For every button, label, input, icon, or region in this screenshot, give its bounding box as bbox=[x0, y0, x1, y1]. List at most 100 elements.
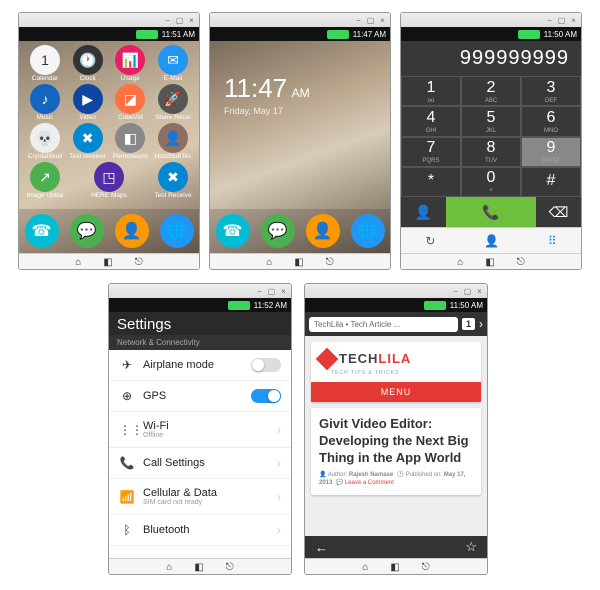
setting-airplane-mode[interactable]: ✈Airplane mode bbox=[109, 350, 291, 381]
toggle[interactable] bbox=[251, 389, 281, 403]
back-icon[interactable]: ◧ bbox=[194, 562, 203, 573]
app-clock[interactable]: 🕐Clock bbox=[68, 45, 108, 82]
system-navbar: ⌂ ◧ ⎋ bbox=[401, 253, 581, 270]
home-icon[interactable]: ⌂ bbox=[457, 257, 463, 268]
recents-tab[interactable]: ↻ bbox=[425, 234, 435, 248]
dock-item[interactable]: ☎ bbox=[25, 214, 59, 248]
minimize-icon[interactable]: − bbox=[255, 287, 264, 296]
setting-sublabel: SIM card not ready bbox=[143, 499, 269, 506]
chevron-icon: › bbox=[277, 423, 281, 437]
app-test-receiver[interactable]: ✖Test receiver bbox=[68, 123, 108, 160]
setting-cellular-data[interactable]: 📶Cellular & DataSIM card not ready› bbox=[109, 479, 291, 515]
app-test-receive[interactable]: ✖Test Receive bbox=[153, 162, 193, 199]
home-icon[interactable]: ⌂ bbox=[362, 562, 368, 573]
dock-item[interactable]: 🌐 bbox=[351, 214, 385, 248]
app-calendar[interactable]: 1Calendar bbox=[25, 45, 65, 82]
tab-count[interactable]: 1 bbox=[462, 318, 475, 330]
maximize-icon[interactable]: ▢ bbox=[267, 287, 276, 296]
close-icon[interactable]: × bbox=[378, 16, 387, 25]
maximize-icon[interactable]: ▢ bbox=[175, 16, 184, 25]
back-button[interactable]: ← bbox=[315, 540, 328, 555]
app-label: Video bbox=[79, 114, 96, 121]
keypad-tab[interactable]: ⠿ bbox=[548, 234, 557, 248]
app-share-recei[interactable]: 🚀Share Recei bbox=[153, 84, 193, 121]
app-here-maps[interactable]: ◳HERE Maps bbox=[89, 162, 129, 199]
key-3[interactable]: 3DEF bbox=[521, 76, 581, 106]
setting-call-settings[interactable]: 📞Call Settings› bbox=[109, 448, 291, 479]
minimize-icon[interactable]: − bbox=[163, 16, 172, 25]
comment-icon: 💬 bbox=[336, 480, 343, 486]
location-icon[interactable]: ⎋ bbox=[326, 257, 334, 268]
key-#[interactable]: # bbox=[521, 167, 581, 197]
call-button[interactable]: 📞 bbox=[446, 197, 536, 227]
back-icon[interactable]: ◧ bbox=[485, 257, 494, 268]
key-1[interactable]: 1oo bbox=[401, 76, 461, 106]
setting-wi-fi[interactable]: ⋮⋮Wi-FiOffline› bbox=[109, 412, 291, 448]
maximize-icon[interactable]: ▢ bbox=[463, 287, 472, 296]
close-icon[interactable]: × bbox=[187, 16, 196, 25]
app-cubevid[interactable]: ◪CubeVid bbox=[110, 84, 150, 121]
key-*[interactable]: * bbox=[401, 167, 461, 197]
key-8[interactable]: 8TUV bbox=[461, 137, 521, 167]
back-icon[interactable]: ◧ bbox=[294, 257, 303, 268]
dock-item[interactable]: 👤 bbox=[306, 214, 340, 248]
key-5[interactable]: 5JKL bbox=[461, 106, 521, 136]
app-label: Clock bbox=[80, 75, 96, 82]
key-9[interactable]: 9WXYZ bbox=[521, 137, 581, 167]
dock-item[interactable]: 💬 bbox=[70, 214, 104, 248]
bookmark-button[interactable]: ☆ bbox=[465, 539, 477, 555]
home-icon[interactable]: ⌂ bbox=[166, 562, 172, 573]
minimize-icon[interactable]: − bbox=[354, 16, 363, 25]
article-card[interactable]: Givit Video Editor: Developing the Next … bbox=[311, 408, 481, 495]
dock-item[interactable]: 💬 bbox=[261, 214, 295, 248]
back-icon[interactable]: ◧ bbox=[390, 562, 399, 573]
location-icon[interactable]: ⎋ bbox=[517, 257, 525, 268]
location-icon[interactable]: ⎋ bbox=[422, 562, 430, 573]
app-e-mail[interactable]: ✉E-Mail bbox=[153, 45, 193, 82]
dock-item[interactable]: 🌐 bbox=[160, 214, 194, 248]
app-music[interactable]: ♪Music bbox=[25, 84, 65, 121]
key-7[interactable]: 7PQRS bbox=[401, 137, 461, 167]
contacts-tab[interactable]: 👤 bbox=[484, 234, 499, 248]
key-4[interactable]: 4GHI bbox=[401, 106, 461, 136]
app-permissions[interactable]: ◧Permissions bbox=[110, 123, 150, 160]
brand-text: TECHLILA bbox=[339, 351, 411, 366]
minimize-icon[interactable]: − bbox=[545, 16, 554, 25]
app-image-uploa[interactable]: ↗Image Uploa bbox=[25, 162, 65, 199]
phone-lockscreen: − ▢ × 11:47 AM 11:47 AM Friday, May 17 ☎… bbox=[209, 12, 391, 270]
location-icon[interactable]: ⎋ bbox=[135, 257, 143, 268]
page-content[interactable]: TECHLILA TECH TIPS & TRICKS MENU Givit V… bbox=[305, 336, 487, 536]
setting-gps[interactable]: ⊕GPS bbox=[109, 381, 291, 412]
app-hoststubtes[interactable]: 👤HostStubTes bbox=[153, 123, 193, 160]
menu-button[interactable]: MENU bbox=[311, 382, 481, 402]
maximize-icon[interactable]: ▢ bbox=[557, 16, 566, 25]
setting-bluetooth[interactable]: ᛒBluetooth› bbox=[109, 515, 291, 546]
maximize-icon[interactable]: ▢ bbox=[366, 16, 375, 25]
close-icon[interactable]: × bbox=[279, 287, 288, 296]
settings-title: Settings bbox=[117, 316, 283, 333]
add-contact-button[interactable]: 👤 bbox=[401, 197, 446, 227]
home-icon[interactable]: ⌂ bbox=[75, 257, 81, 268]
minimize-icon[interactable]: − bbox=[451, 287, 460, 296]
app-video[interactable]: ▶Video bbox=[68, 84, 108, 121]
close-icon[interactable]: × bbox=[475, 287, 484, 296]
key-0[interactable]: 0+ bbox=[461, 167, 521, 197]
key-letters: oo bbox=[428, 98, 435, 104]
app-crystalskull[interactable]: 💀CrystalSkull bbox=[25, 123, 65, 160]
backspace-button[interactable]: ⌫ bbox=[536, 197, 581, 227]
url-input[interactable]: TechLila • Tech Article ... bbox=[309, 317, 458, 332]
dock-item[interactable]: ☎ bbox=[216, 214, 250, 248]
dock-item[interactable]: 👤 bbox=[115, 214, 149, 248]
toggle[interactable] bbox=[251, 358, 281, 372]
location-icon[interactable]: ⎋ bbox=[226, 562, 234, 573]
forward-icon[interactable]: › bbox=[479, 317, 483, 331]
key-6[interactable]: 6MNO bbox=[521, 106, 581, 136]
close-icon[interactable]: × bbox=[569, 16, 578, 25]
key-letters: JKL bbox=[486, 128, 496, 134]
home-icon[interactable]: ⌂ bbox=[266, 257, 272, 268]
app-usage[interactable]: 📊Usage bbox=[110, 45, 150, 82]
key-2[interactable]: 2ABC bbox=[461, 76, 521, 106]
back-icon[interactable]: ◧ bbox=[103, 257, 112, 268]
comment-link[interactable]: Leave a Comment bbox=[345, 480, 394, 486]
window-titlebar: − ▢ × bbox=[210, 13, 390, 27]
